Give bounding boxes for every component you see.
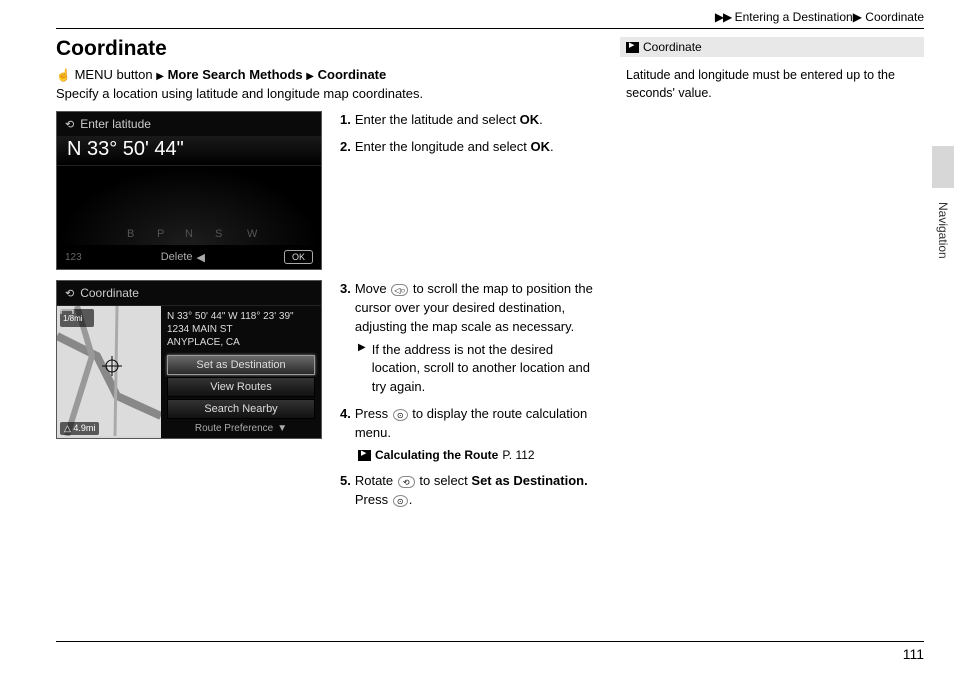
step-3-sub: ▶ If the address is not the desired loca…: [340, 341, 602, 398]
breadcrumb: ▶▶ Entering a Destination▶ Coordinate: [56, 10, 924, 29]
finger-icon: [56, 67, 71, 82]
sidebar-reference-icon: [626, 42, 639, 53]
coordinate-result-screenshot: Coordinate: [56, 280, 322, 439]
press-icon: ⊙: [393, 495, 408, 507]
view-routes-item: View Routes: [167, 377, 315, 397]
breadcrumb-path2: Coordinate: [865, 10, 924, 24]
page-title: Coordinate: [56, 37, 602, 61]
search-nearby-item: Search Nearby: [167, 399, 315, 419]
screen2-header: Coordinate: [80, 286, 139, 300]
step-5: 5. Rotate ⟲ to select Set as Destination…: [340, 472, 602, 510]
breadcrumb-sep: ▶: [853, 10, 862, 24]
map-distance: △ 4.9mi: [60, 422, 99, 435]
press-icon: ⊙: [393, 409, 408, 421]
route-preference: Route Preference ▼: [167, 423, 315, 434]
latitude-value: N 33° 50' 44": [57, 136, 321, 166]
joystick-icon: ◁○: [391, 284, 408, 296]
back-icon: [65, 286, 74, 300]
rotate-icon: ⟲: [398, 476, 415, 488]
step-4: 4. Press ⊙ to display the route calculat…: [340, 405, 602, 443]
sidebar-header: Coordinate: [620, 37, 924, 57]
coordinate-label: Coordinate: [318, 67, 387, 82]
step-2: 2. Enter the longitude and select OK.: [340, 138, 602, 157]
menu-button-text: MENU button: [75, 67, 153, 82]
delete-button: Delete◀: [161, 251, 205, 264]
path-arrow-2: ▶: [306, 71, 314, 82]
reference-icon: [358, 450, 371, 461]
ok-button: OK: [284, 250, 313, 264]
map-scale: 1/8mi: [60, 309, 94, 327]
nav-path: MENU button ▶ More Search Methods ▶ Coor…: [56, 67, 602, 82]
num-mode: 123: [65, 252, 82, 263]
set-as-destination-item: Set as Destination: [167, 355, 315, 375]
map-thumbnail: 1/8mi △ 4.9mi: [57, 306, 161, 438]
section-tab: [932, 146, 954, 188]
latitude-entry-screenshot: Enter latitude N 33° 50' 44" B P N S W 1…: [56, 111, 322, 270]
screen1-header: Enter latitude: [80, 117, 151, 131]
description: Specify a location using latitude and lo…: [56, 86, 602, 101]
breadcrumb-path1: Entering a Destination: [735, 10, 853, 24]
step-1: 1. Enter the latitude and select OK.: [340, 111, 602, 130]
breadcrumb-arrows: ▶▶: [715, 10, 731, 24]
cross-reference: Calculating the Route P. 112: [340, 447, 602, 464]
step-3: 3. Move ◁○ to scroll the map to position…: [340, 280, 602, 337]
sidebar-note: Latitude and longitude must be entered u…: [620, 57, 924, 112]
back-icon: [65, 117, 74, 131]
page-number: 111: [56, 641, 924, 662]
path-arrow-1: ▶: [156, 71, 164, 82]
section-label: Navigation: [936, 202, 950, 259]
result-address: N 33° 50' 44" W 118° 23' 39" 1234 MAIN S…: [167, 310, 315, 349]
dial-area: B P N S W: [57, 166, 321, 246]
more-search-methods: More Search Methods: [168, 67, 303, 82]
